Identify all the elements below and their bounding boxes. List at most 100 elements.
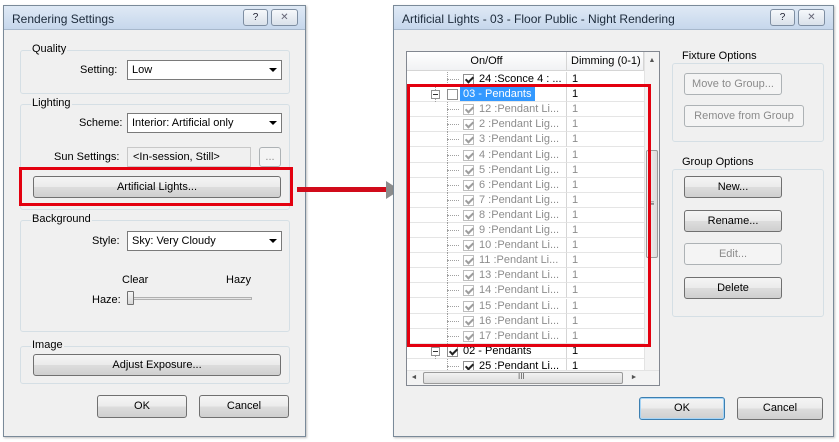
dimming-cell[interactable]: 1 (567, 148, 644, 163)
background-style-dropdown[interactable]: Sky: Very Cloudy (127, 231, 282, 251)
tree-fixture-row[interactable]: 16 :Pendant Li... 1 (407, 313, 644, 329)
dimming-cell[interactable]: 1 (567, 238, 644, 254)
on-off-checkbox[interactable] (463, 225, 474, 236)
tree-fixture-row[interactable]: 9 :Pendant Lig... 1 (407, 223, 644, 238)
on-off-cell[interactable]: 2 :Pendant Lig... (407, 117, 567, 133)
dimming-cell[interactable]: 1 (567, 87, 644, 103)
on-off-cell[interactable]: 03 - Pendants (407, 87, 567, 103)
cancel-button[interactable]: Cancel (199, 395, 289, 418)
on-off-cell[interactable]: 02 - Pendants (407, 343, 567, 359)
tree-fixture-row[interactable]: 5 :Pendant Lig... 1 (407, 162, 644, 178)
on-off-checkbox[interactable] (447, 89, 458, 101)
grid-horizontal-scrollbar[interactable]: ◄ III ► (407, 370, 659, 385)
haze-slider-track[interactable] (127, 297, 252, 300)
help-button[interactable]: ? (770, 9, 795, 26)
dimming-cell[interactable]: 1 (567, 283, 644, 299)
on-off-checkbox[interactable] (463, 104, 474, 116)
tree-fixture-row[interactable]: 7 :Pendant Lig... 1 (407, 192, 644, 208)
ok-button[interactable]: OK (639, 397, 725, 420)
on-off-checkbox[interactable] (463, 164, 474, 176)
on-off-cell[interactable]: 5 :Pendant Lig... (407, 162, 567, 178)
dimming-cell[interactable]: 1 (567, 193, 644, 208)
tree-fixture-row[interactable]: 10 :Pendant Li... 1 (407, 238, 644, 254)
on-off-checkbox[interactable] (463, 194, 474, 206)
on-off-cell[interactable]: 8 :Pendant Lig... (407, 207, 567, 223)
lighting-scheme-dropdown[interactable]: Interior: Artificial only (127, 113, 282, 133)
on-off-checkbox[interactable] (463, 300, 474, 312)
lights-tree-grid[interactable]: On/Off Dimming (0-1) 24 :Sconce 4 : ... 1… (406, 51, 660, 386)
new-group-button[interactable]: New... (684, 176, 782, 198)
tree-group-row[interactable]: 03 - Pendants 1 (407, 87, 644, 103)
remove-from-group-button[interactable]: Remove from Group (684, 105, 804, 127)
tree-fixture-row[interactable]: 14 :Pendant Li... 1 (407, 283, 644, 299)
on-off-cell[interactable]: 7 :Pendant Lig... (407, 192, 567, 208)
collapse-icon[interactable] (431, 90, 440, 100)
tree-fixture-row[interactable]: 8 :Pendant Lig... 1 (407, 207, 644, 223)
column-header-on-off[interactable]: On/Off (407, 52, 567, 71)
tree-fixture-row[interactable]: 12 :Pendant Li... 1 (407, 102, 644, 118)
on-off-checkbox[interactable] (463, 315, 474, 327)
artificial-lights-titlebar[interactable]: Artificial Lights - 03 - Floor Public - … (394, 6, 833, 30)
tree-group-row[interactable]: 02 - Pendants 1 (407, 343, 644, 359)
tree-fixture-row[interactable]: 24 :Sconce 4 : ... 1 (407, 72, 644, 87)
on-off-checkbox[interactable] (463, 179, 474, 191)
collapse-icon[interactable] (431, 346, 440, 356)
ok-button[interactable]: OK (97, 395, 187, 418)
on-off-checkbox[interactable] (463, 74, 474, 85)
column-header-dimming[interactable]: Dimming (0-1) (567, 52, 644, 71)
on-off-checkbox[interactable] (463, 119, 474, 131)
rendering-settings-titlebar[interactable]: Rendering Settings ? ✕ (4, 6, 305, 30)
tree-fixture-row[interactable]: 4 :Pendant Lig... 1 (407, 147, 644, 163)
dimming-cell[interactable]: 1 (567, 208, 644, 223)
on-off-checkbox[interactable] (463, 209, 474, 221)
on-off-checkbox[interactable] (463, 240, 474, 252)
on-off-checkbox[interactable] (463, 330, 474, 342)
quality-setting-dropdown[interactable]: Low (127, 60, 282, 80)
help-button[interactable]: ? (243, 9, 268, 26)
tree-fixture-row[interactable]: 11 :Pendant Li... 1 (407, 253, 644, 269)
on-off-cell[interactable]: 16 :Pendant Li... (407, 313, 567, 329)
artificial-lights-button[interactable]: Artificial Lights... (33, 176, 281, 198)
close-icon[interactable]: ✕ (271, 9, 298, 26)
on-off-checkbox[interactable] (463, 134, 474, 146)
scroll-left-icon[interactable]: ◄ (407, 371, 421, 385)
edit-group-button[interactable]: Edit... (684, 243, 782, 265)
on-off-cell[interactable]: 4 :Pendant Lig... (407, 147, 567, 163)
dimming-cell[interactable]: 1 (567, 72, 644, 87)
on-off-cell[interactable]: 9 :Pendant Lig... (407, 223, 567, 238)
scroll-right-icon[interactable]: ► (627, 371, 641, 385)
dimming-cell[interactable]: 1 (567, 314, 644, 329)
dimming-cell[interactable]: 1 (567, 132, 644, 148)
tree-fixture-row[interactable]: 6 :Pendant Lig... 1 (407, 177, 644, 193)
on-off-checkbox[interactable] (463, 149, 474, 161)
dimming-cell[interactable]: 1 (567, 102, 644, 118)
cancel-button[interactable]: Cancel (737, 397, 823, 420)
dimming-cell[interactable]: 1 (567, 117, 644, 133)
dimming-cell[interactable]: 1 (567, 268, 644, 284)
tree-fixture-row[interactable]: 2 :Pendant Lig... 1 (407, 117, 644, 133)
tree-fixture-row[interactable]: 17 :Pendant Li... 1 (407, 328, 644, 344)
tree-fixture-row[interactable]: 3 :Pendant Lig... 1 (407, 132, 644, 148)
dimming-cell[interactable]: 1 (567, 344, 644, 359)
on-off-cell[interactable]: 24 :Sconce 4 : ... (407, 72, 567, 87)
rename-group-button[interactable]: Rename... (684, 210, 782, 232)
tree-fixture-row[interactable]: 15 :Pendant Li... 1 (407, 298, 644, 314)
haze-slider-thumb[interactable] (127, 291, 134, 305)
close-icon[interactable]: ✕ (798, 9, 825, 26)
on-off-cell[interactable]: 12 :Pendant Li... (407, 102, 567, 118)
dimming-cell[interactable]: 1 (567, 223, 644, 238)
delete-group-button[interactable]: Delete (684, 277, 782, 299)
adjust-exposure-button[interactable]: Adjust Exposure... (33, 354, 281, 376)
on-off-cell[interactable]: 6 :Pendant Lig... (407, 177, 567, 193)
sun-settings-browse-button[interactable]: ... (259, 147, 281, 167)
move-to-group-button[interactable]: Move to Group... (684, 73, 782, 95)
dimming-cell[interactable]: 1 (567, 163, 644, 178)
grid-vertical-scrollbar[interactable]: ▲ ≡ (644, 52, 659, 370)
dimming-cell[interactable]: 1 (567, 178, 644, 193)
on-off-checkbox[interactable] (447, 345, 458, 357)
on-off-cell[interactable]: 17 :Pendant Li... (407, 328, 567, 344)
on-off-cell[interactable]: 10 :Pendant Li... (407, 238, 567, 254)
on-off-cell[interactable]: 3 :Pendant Lig... (407, 132, 567, 148)
on-off-checkbox[interactable] (463, 285, 474, 297)
dimming-cell[interactable]: 1 (567, 329, 644, 344)
